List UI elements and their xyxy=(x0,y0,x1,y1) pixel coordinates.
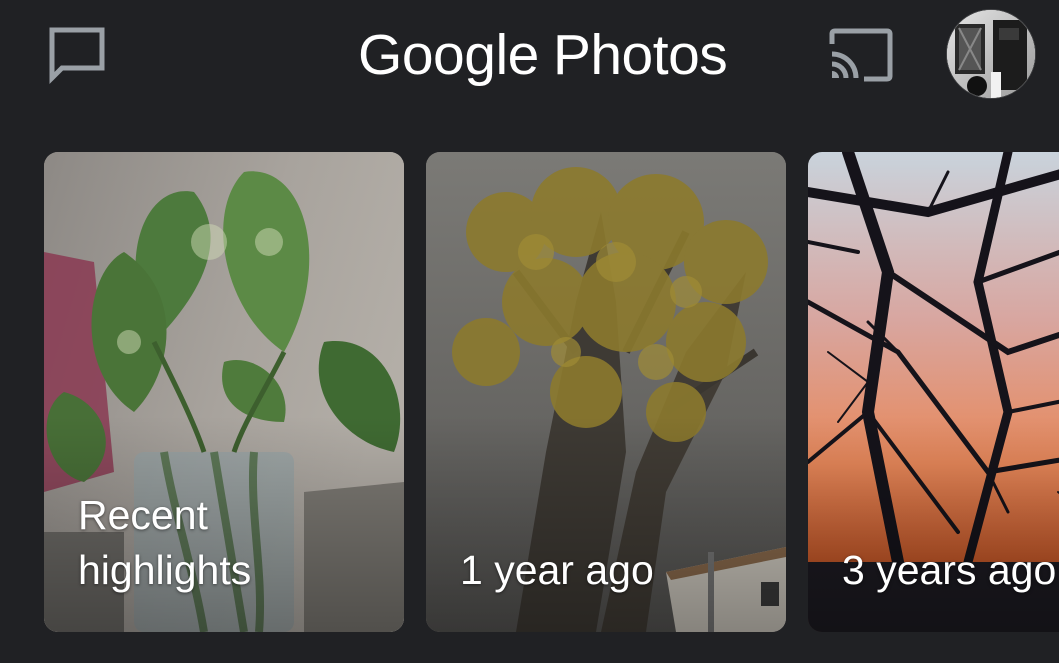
feedback-icon xyxy=(49,27,105,85)
cast-button[interactable] xyxy=(826,24,896,86)
highlight-card-1-year-ago[interactable]: 1 year ago xyxy=(426,152,786,632)
highlight-card-3-years-ago[interactable]: 3 years ago xyxy=(808,152,1059,632)
highlights-carousel: Recent highlights 1 year ago 3 years ago xyxy=(0,152,1059,634)
highlight-label: 3 years ago xyxy=(842,547,1057,593)
cast-icon xyxy=(829,28,893,82)
top-app-bar: Google Photos xyxy=(0,0,1059,110)
avatar-image xyxy=(947,10,1035,98)
app-logo: Google Photos xyxy=(358,16,728,94)
highlight-label: 1 year ago xyxy=(460,547,654,593)
highlight-label: Recent highlights xyxy=(78,492,252,593)
logo-brand: Google xyxy=(358,23,539,87)
highlight-card-recent[interactable]: Recent highlights xyxy=(44,152,404,632)
feedback-button[interactable] xyxy=(44,22,110,88)
google-photos-app: Google Photos Recent highlights 1 year a… xyxy=(0,0,1059,663)
account-avatar[interactable] xyxy=(947,10,1035,98)
logo-product: Photos xyxy=(552,23,728,87)
